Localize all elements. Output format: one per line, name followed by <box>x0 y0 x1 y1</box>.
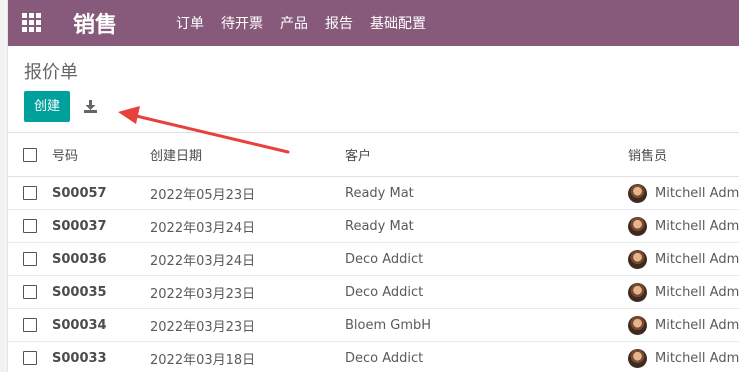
main-menu: 订单 待开票 产品 报告 基础配置 <box>176 13 426 33</box>
cell-salesperson: Mitchell Admin <box>655 350 739 366</box>
avatar <box>628 183 647 203</box>
header-date[interactable]: 创建日期 <box>150 133 202 176</box>
cell-salesperson: Mitchell Admin <box>655 317 739 333</box>
create-button[interactable]: 创建 <box>24 91 70 122</box>
menu-item-to-invoice[interactable]: 待开票 <box>221 13 263 33</box>
table-row[interactable]: S00035 2022年03月23日 Deco Addict Mitchell … <box>8 276 739 309</box>
cell-date: 2022年03月18日 <box>150 352 256 368</box>
apps-menu-icon[interactable] <box>22 13 44 33</box>
menu-item-orders[interactable]: 订单 <box>176 13 204 33</box>
avatar <box>628 216 647 236</box>
row-checkbox[interactable] <box>23 351 37 365</box>
cell-customer: Ready Mat <box>345 185 414 201</box>
cell-customer: Deco Addict <box>345 251 424 267</box>
cell-customer: Bloem GmbH <box>345 317 432 333</box>
cell-salesperson: Mitchell Admin <box>655 218 739 234</box>
top-navbar: 销售 订单 待开票 产品 报告 基础配置 <box>0 0 739 46</box>
cell-date: 2022年03月23日 <box>150 286 256 302</box>
table-row[interactable]: S00033 2022年03月18日 Deco Addict Mitchell … <box>8 342 739 372</box>
select-all-checkbox[interactable] <box>23 147 37 162</box>
cell-number: S00034 <box>52 317 107 333</box>
cell-customer: Deco Addict <box>345 284 424 300</box>
table-row[interactable]: S00036 2022年03月24日 Deco Addict Mitchell … <box>8 243 739 276</box>
row-checkbox[interactable] <box>23 318 37 332</box>
app-brand[interactable]: 销售 <box>73 7 117 39</box>
header-salesperson[interactable]: 销售员 <box>628 133 667 176</box>
avatar <box>628 348 647 368</box>
cell-date: 2022年03月24日 <box>150 220 256 236</box>
cell-customer: Ready Mat <box>345 218 414 234</box>
menu-item-reporting[interactable]: 报告 <box>325 13 353 33</box>
avatar <box>628 249 647 269</box>
header-customer[interactable]: 客户 <box>345 133 371 176</box>
cell-salesperson: Mitchell Admin <box>655 185 739 201</box>
table-row[interactable]: S00037 2022年03月24日 Ready Mat Mitchell Ad… <box>8 210 739 243</box>
cell-date: 2022年03月23日 <box>150 319 256 335</box>
table-header: 号码 创建日期 客户 销售员 <box>8 132 739 177</box>
left-edge-panel <box>0 0 8 372</box>
quotations-table: 号码 创建日期 客户 销售员 S00057 2022年05月23日 Ready … <box>8 132 739 372</box>
row-checkbox[interactable] <box>23 186 37 200</box>
cell-date: 2022年03月24日 <box>150 253 256 269</box>
menu-item-configuration[interactable]: 基础配置 <box>370 13 426 33</box>
cell-number: S00035 <box>52 284 107 300</box>
table-row[interactable]: S00057 2022年05月23日 Ready Mat Mitchell Ad… <box>8 177 739 210</box>
cell-number: S00033 <box>52 350 107 366</box>
row-checkbox[interactable] <box>23 252 37 266</box>
cell-number: S00057 <box>52 185 107 201</box>
cell-salesperson: Mitchell Admin <box>655 251 739 267</box>
cell-number: S00036 <box>52 251 107 267</box>
avatar <box>628 282 647 302</box>
header-number[interactable]: 号码 <box>52 133 78 176</box>
cell-customer: Deco Addict <box>345 350 424 366</box>
cell-salesperson: Mitchell Admin <box>655 284 739 300</box>
cell-date: 2022年05月23日 <box>150 187 256 203</box>
row-checkbox[interactable] <box>23 219 37 233</box>
avatar <box>628 315 647 335</box>
row-checkbox[interactable] <box>23 285 37 299</box>
download-icon[interactable] <box>80 96 100 116</box>
menu-item-products[interactable]: 产品 <box>280 13 308 33</box>
table-row[interactable]: S00034 2022年03月23日 Bloem GmbH Mitchell A… <box>8 309 739 342</box>
cell-number: S00037 <box>52 218 107 234</box>
page-title: 报价单 <box>24 62 78 83</box>
